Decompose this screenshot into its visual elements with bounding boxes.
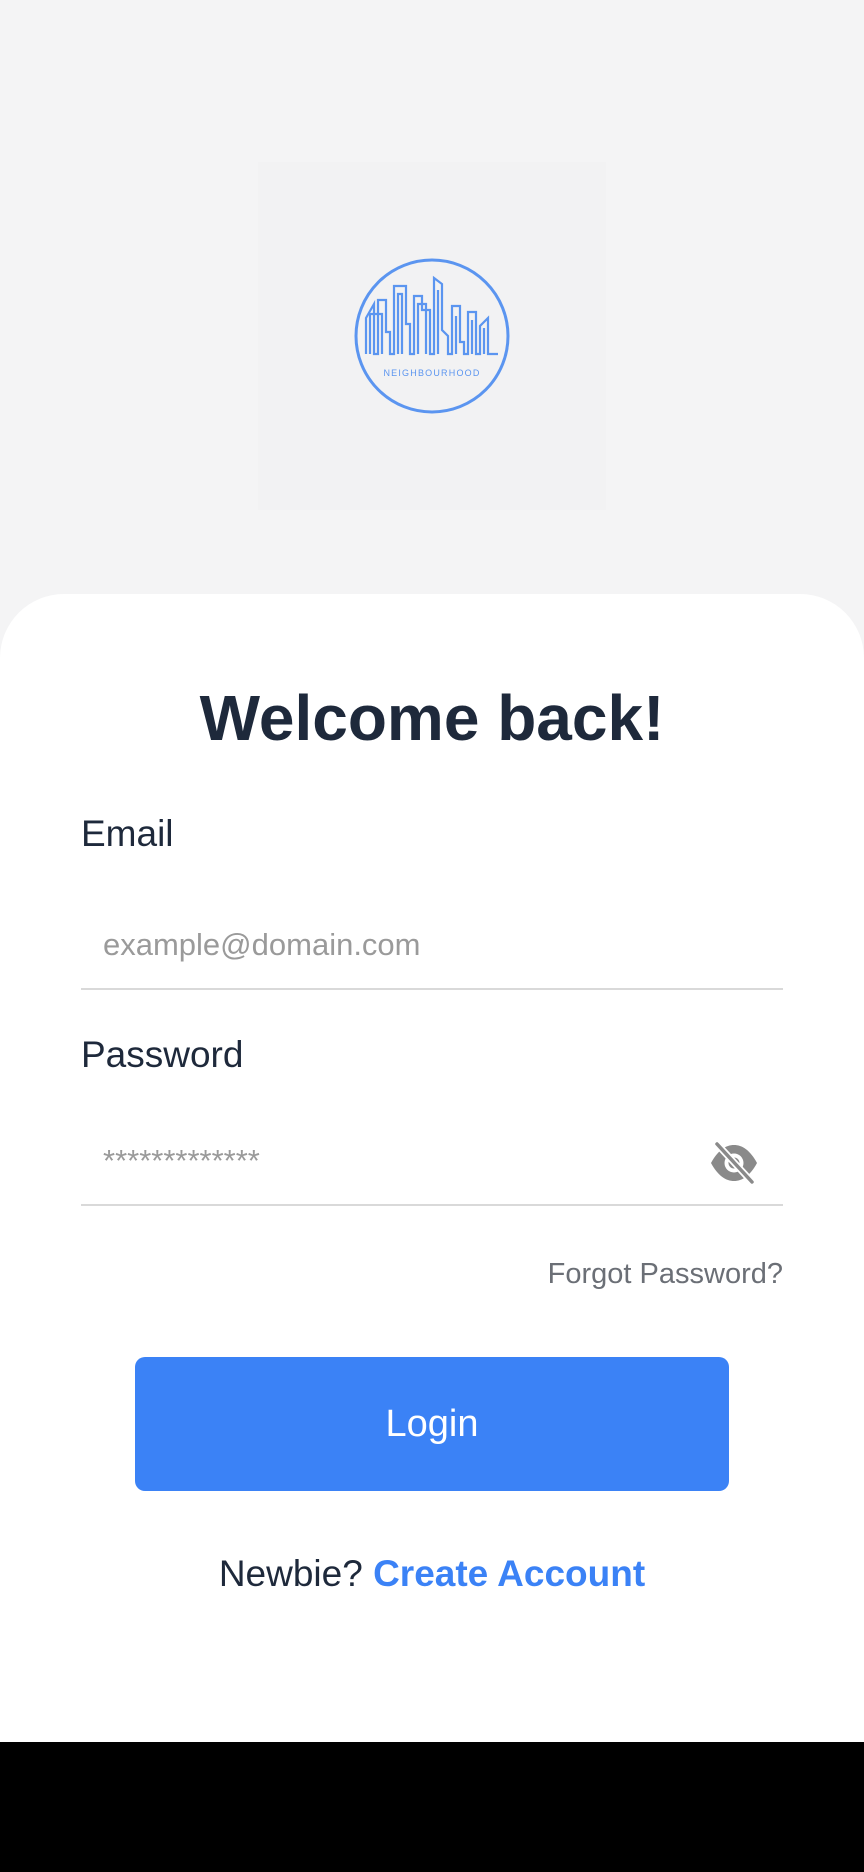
toggle-password-visibility-button[interactable]: [706, 1138, 762, 1188]
password-field[interactable]: [81, 1118, 783, 1206]
email-label: Email: [81, 813, 174, 854]
neighbourhood-logo-icon: NEIGHBOURHOOD: [354, 258, 510, 414]
system-navigation-bar: [0, 1742, 864, 1872]
eye-off-icon: [711, 1140, 757, 1186]
password-label: Password: [81, 1034, 244, 1075]
logo-text: NEIGHBOURHOOD: [383, 368, 480, 378]
header-area: NEIGHBOURHOOD: [0, 0, 864, 640]
page-title: Welcome back!: [199, 682, 665, 754]
email-field[interactable]: [81, 902, 783, 990]
create-account-link[interactable]: Create Account: [373, 1553, 645, 1594]
login-button[interactable]: Login: [135, 1357, 729, 1491]
signup-prefix-text: Newbie?: [218, 1553, 374, 1594]
signup-row: Newbie? Create Account: [0, 1550, 864, 1598]
forgot-password-link[interactable]: Forgot Password?: [548, 1256, 783, 1292]
logo-container: NEIGHBOURHOOD: [258, 162, 606, 510]
